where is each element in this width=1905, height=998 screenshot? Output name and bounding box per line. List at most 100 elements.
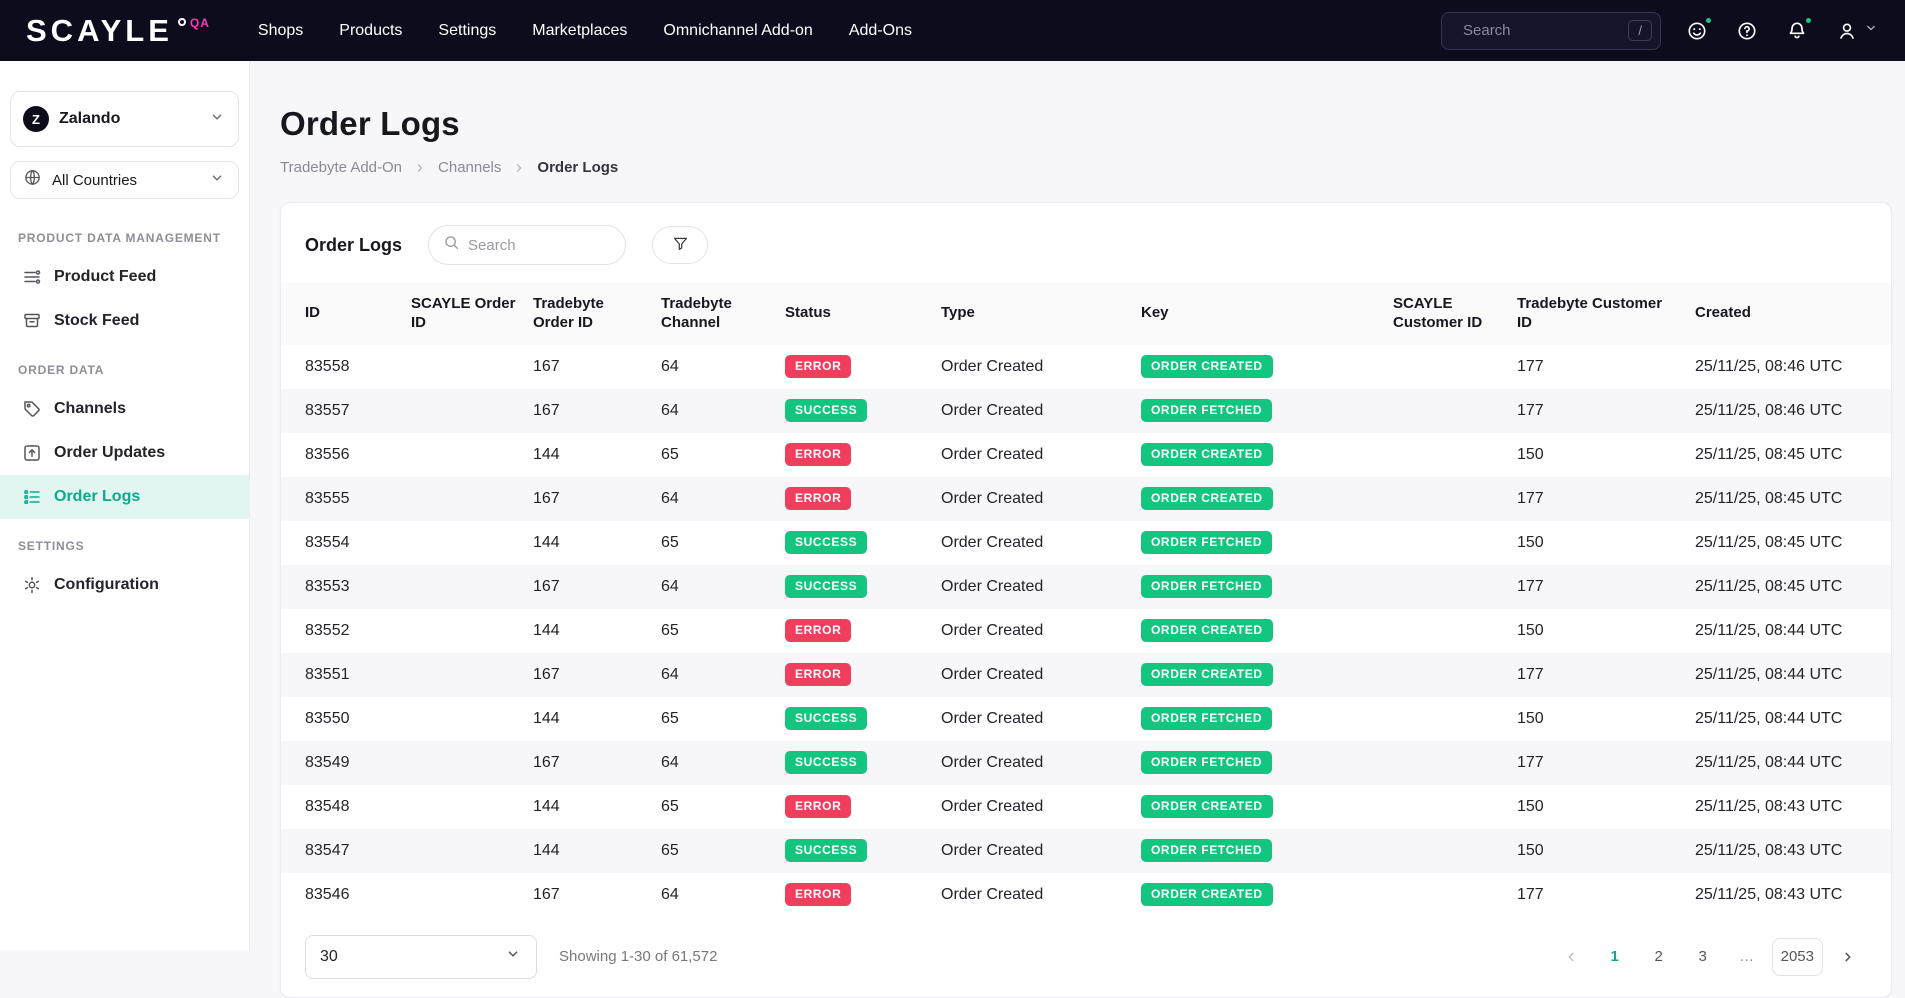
table-cell: 83546: [305, 885, 350, 903]
column-header-id: ID: [281, 283, 411, 345]
nav-item-settings[interactable]: Settings: [438, 22, 496, 40]
table-cell: 25/11/25, 08:44 UTC: [1695, 709, 1843, 727]
globe-icon: [23, 168, 42, 192]
table-cell: 83551: [305, 665, 350, 683]
sidebar-item-order-logs[interactable]: Order Logs: [0, 475, 249, 519]
table-cell: [1393, 785, 1517, 829]
table-cell: 177: [1517, 577, 1544, 595]
column-header-tradebyte-customer-id: Tradebyte Customer ID: [1517, 283, 1695, 345]
key-cell: ORDER CREATED: [1141, 785, 1393, 829]
page-title: Order Logs: [280, 105, 460, 142]
table-cell: 25/11/25, 08:45 UTC: [1695, 577, 1843, 595]
status-badge: ERROR: [785, 619, 852, 642]
table-cell: 177: [1517, 665, 1544, 683]
order-logs-icon: [22, 487, 42, 507]
country-selector[interactable]: All Countries: [10, 161, 239, 199]
table-cell: 25/11/25, 08:46 UTC: [1695, 357, 1843, 375]
breadcrumb-item-tradebyte-add-on[interactable]: Tradebyte Add-On: [280, 159, 402, 176]
breadcrumb-item-channels[interactable]: Channels: [438, 159, 501, 176]
table-cell: 144: [533, 533, 560, 551]
feedback-icon[interactable]: [1683, 15, 1713, 45]
table-cell: [411, 521, 533, 565]
table-cell: 83553: [305, 577, 350, 595]
topbar-nav: Shops Products Settings Marketplaces Omnicha…: [258, 22, 912, 40]
key-badge: ORDER CREATED: [1141, 663, 1273, 686]
table-cell: 177: [1517, 753, 1544, 771]
key-cell: ORDER CREATED: [1141, 345, 1393, 389]
card-title: Order Logs: [305, 234, 403, 255]
filter-icon: [672, 235, 689, 255]
status-cell: ERROR: [785, 785, 941, 829]
table-row[interactable]: 83551 167 64 ERROR Order Created ORDER CREATE…: [281, 652, 1891, 697]
pagination-page-2[interactable]: 2: [1640, 938, 1678, 976]
table-cell: [411, 609, 533, 653]
pagination-page-3[interactable]: 3: [1684, 938, 1722, 976]
table-cell: 83558: [305, 357, 350, 375]
table-row[interactable]: 83554 144 65 SUCCESS Order Created ORDER FETC…: [281, 521, 1891, 565]
table-row[interactable]: 83557 167 64 SUCCESS Order Created ORDER FETC…: [281, 388, 1891, 433]
nav-item-products[interactable]: Products: [339, 22, 402, 40]
bell-icon[interactable]: [1783, 15, 1813, 45]
chevron-down-icon: [208, 169, 226, 192]
table-cell: 167: [533, 665, 560, 683]
table-row[interactable]: 83556 144 65 ERROR Order Created ORDER CREATE…: [281, 433, 1891, 477]
table-cell: 150: [1517, 797, 1544, 815]
channels-icon: [22, 399, 42, 419]
table-cell: 65: [661, 533, 679, 551]
user-menu[interactable]: [1833, 17, 1879, 45]
table-cell: 64: [661, 665, 679, 683]
status-cell: SUCCESS: [785, 697, 941, 741]
table-row[interactable]: 83548 144 65 ERROR Order Created ORDER CREATE…: [281, 785, 1891, 829]
table-cell: [411, 345, 533, 389]
table-row[interactable]: 83558 167 64 ERROR Order Created ORDER CREATE…: [281, 345, 1891, 389]
key-cell: ORDER CREATED: [1141, 873, 1393, 917]
sidebar-item-configuration[interactable]: Configuration: [0, 563, 249, 607]
table-row[interactable]: 83553 167 64 SUCCESS Order Created ORDER FETC…: [281, 564, 1891, 609]
table-cell: [1393, 609, 1517, 653]
table-row[interactable]: 83549 167 64 SUCCESS Order Created ORDER FETC…: [281, 740, 1891, 785]
table-cell: 65: [661, 621, 679, 639]
filter-button[interactable]: [652, 226, 709, 264]
key-badge: ORDER FETCHED: [1141, 751, 1273, 774]
status-badge: SUCCESS: [785, 839, 868, 862]
sidebar-item-stock-feed[interactable]: Stock Feed: [0, 299, 249, 343]
table-cell: Order Created: [941, 533, 1044, 551]
nav-item-shops[interactable]: Shops: [258, 22, 303, 40]
chevron-down-icon: [504, 945, 522, 968]
page-size-select[interactable]: 30: [305, 934, 537, 979]
table-search-input[interactable]: [468, 236, 612, 254]
pagination-page-1[interactable]: 1: [1596, 938, 1634, 976]
table-cell: Order Created: [941, 621, 1044, 639]
shop-selector[interactable]: Z Zalando: [10, 91, 239, 147]
nav-item-add-ons[interactable]: Add-Ons: [849, 22, 912, 40]
table-cell: [1393, 433, 1517, 477]
nav-item-marketplaces[interactable]: Marketplaces: [532, 22, 627, 40]
table-row[interactable]: 83550 144 65 SUCCESS Order Created ORDER FETC…: [281, 697, 1891, 741]
table-row[interactable]: 83547 144 65 SUCCESS Order Created ORDER FETC…: [281, 828, 1891, 873]
pagination-next-icon[interactable]: [1829, 938, 1867, 976]
pagination-page-2053[interactable]: 2053: [1771, 937, 1823, 976]
table-cell: 144: [533, 841, 560, 859]
sidebar-item-order-updates[interactable]: Order Updates: [0, 431, 249, 475]
table-cell: 64: [661, 577, 679, 595]
table-cell: [411, 653, 533, 697]
key-cell: ORDER FETCHED: [1141, 697, 1393, 741]
sidebar-item-product-feed[interactable]: Product Feed: [0, 255, 249, 299]
pagination-prev-icon[interactable]: [1552, 938, 1590, 976]
table-cell: 25/11/25, 08:43 UTC: [1695, 841, 1843, 859]
nav-item-omnichannel-add-on[interactable]: Omnichannel Add-on: [663, 22, 812, 40]
scayle-logo[interactable]: SCAYLE QA: [26, 15, 210, 46]
table-row[interactable]: 83552 144 65 ERROR Order Created ORDER CREATE…: [281, 609, 1891, 653]
breadcrumb-item-order-logs: Order Logs: [537, 159, 619, 176]
global-search-input[interactable]: [1463, 22, 1620, 39]
sidebar-item-channels[interactable]: Channels: [0, 387, 249, 431]
table-row[interactable]: 83555 167 64 ERROR Order Created ORDER CREATE…: [281, 476, 1891, 521]
help-icon[interactable]: [1733, 17, 1761, 45]
table-cell: 65: [661, 445, 679, 463]
table-cell: 150: [1517, 709, 1544, 727]
column-header-scayle-order-id: SCAYLE Order ID: [411, 283, 533, 345]
table-search[interactable]: [428, 225, 627, 265]
table-row[interactable]: 83546 167 64 ERROR Order Created ORDER CREATE…: [281, 873, 1891, 917]
global-search[interactable]: /: [1441, 11, 1661, 53]
table-cell: [1393, 345, 1517, 389]
